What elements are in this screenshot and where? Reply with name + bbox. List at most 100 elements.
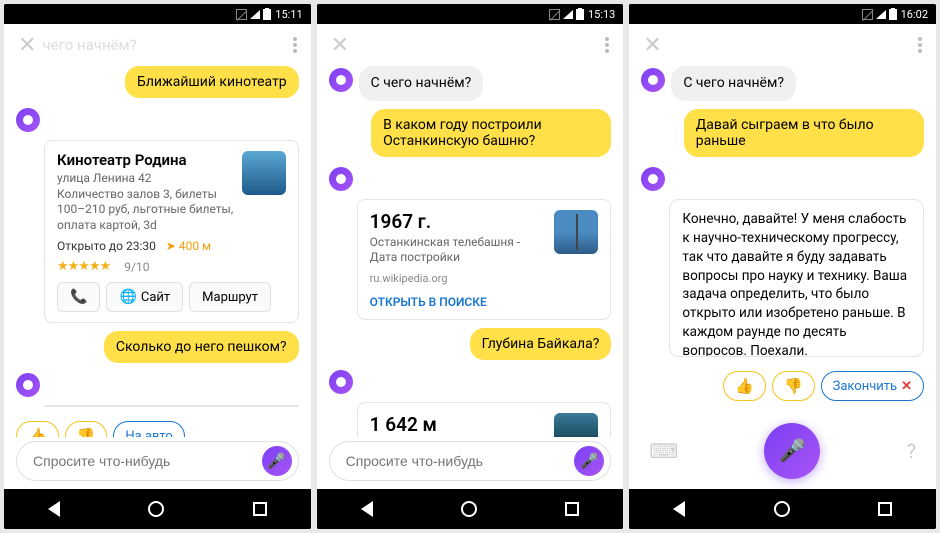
chip-by-car[interactable]: На авто <box>113 421 184 437</box>
suggestion-chips: 👍 👎 Закончить ✕ <box>723 365 924 407</box>
assistant-avatar-icon <box>329 167 353 191</box>
globe-icon: 🌐 <box>119 289 136 305</box>
android-navbar <box>4 489 311 529</box>
back-icon[interactable] <box>48 501 60 517</box>
thumbs-down-chip[interactable]: 👎 <box>772 371 815 401</box>
assistant-message: С чего начнём? <box>671 66 796 101</box>
fact-card[interactable]: 1 642 м Байкал - Максимальная глубина ru… <box>357 402 612 437</box>
distance: ➤ 400 м <box>166 239 211 253</box>
battery-icon <box>576 9 584 20</box>
call-button[interactable]: 📞 <box>57 282 100 312</box>
home-icon[interactable] <box>148 501 164 517</box>
thumbs-up-icon: 👍 <box>735 377 754 395</box>
statusbar: 15:13 <box>317 4 624 24</box>
big-mic-button[interactable]: 🎤 <box>764 423 820 479</box>
menu-icon[interactable] <box>605 37 609 53</box>
place-thumbnail <box>242 151 286 195</box>
header: ✕ <box>629 24 936 66</box>
mic-button[interactable]: 🎤 <box>262 446 292 476</box>
assistant-avatar-icon <box>641 167 665 191</box>
thumbs-down-icon: 👎 <box>784 377 803 395</box>
keyboard-icon[interactable]: ⌨ <box>649 439 678 463</box>
assistant-avatar-icon <box>16 373 40 397</box>
fact-value: 1 642 м <box>370 413 547 436</box>
header: ✕ <box>317 24 624 66</box>
message-input[interactable]: 🎤 <box>16 441 299 481</box>
thumbs-up-icon: 👍 <box>28 427 47 437</box>
menu-icon[interactable] <box>918 37 922 53</box>
thumbs-down-icon: 👎 <box>77 427 96 437</box>
close-icon[interactable]: ✕ <box>18 33 36 58</box>
recents-icon[interactable] <box>565 502 579 516</box>
close-icon[interactable]: ✕ <box>643 33 661 58</box>
clock: 15:11 <box>275 8 302 21</box>
mic-button[interactable]: 🎤 <box>574 446 604 476</box>
phone-icon: 📞 <box>70 289 87 305</box>
no-sim-icon <box>236 9 247 20</box>
rating: 9/10 <box>124 260 149 274</box>
no-sim-icon <box>862 9 873 20</box>
thumbs-up-chip[interactable]: 👍 <box>723 371 766 401</box>
signal-icon <box>250 10 260 19</box>
header: ✕ чего начнём? <box>4 24 311 66</box>
statusbar: 15:11 <box>4 4 311 24</box>
user-message: Глубина Байкала? <box>470 328 612 360</box>
fact-card[interactable]: 1967 г. Останкинская телебашня - Дата по… <box>357 199 612 320</box>
assistant-avatar-icon <box>641 68 665 92</box>
clock: 16:02 <box>901 8 928 21</box>
phone-screen-3: 16:02 ✕ С чего начнём? Давай сыграем в ч… <box>629 4 936 529</box>
fact-subtitle: Останкинская телебашня - Дата постройки <box>370 235 547 266</box>
assistant-avatar-icon <box>16 108 40 132</box>
statusbar: 16:02 <box>629 4 936 24</box>
route-button[interactable]: Маршрут <box>189 282 271 312</box>
phone-screen-2: 15:13 ✕ С чего начнём? В каком году пост… <box>317 4 624 529</box>
message-field[interactable] <box>346 453 575 469</box>
user-message: В каком году построили Останкинскую башн… <box>371 109 611 157</box>
no-sim-icon <box>549 9 560 20</box>
suggestion-chips: 👍 👎 На авто На транспорте 🔍 <box>16 415 299 437</box>
battery-icon <box>889 9 897 20</box>
thumbs-up-chip[interactable]: 👍 <box>16 421 59 437</box>
user-message: Давай сыграем в что было раньше <box>684 109 924 157</box>
finish-chip[interactable]: Закончить ✕ <box>821 371 924 401</box>
home-icon[interactable] <box>774 501 790 517</box>
assistant-avatar-icon <box>329 68 353 92</box>
phone-screen-1: 15:11 ✕ чего начнём? Ближайший кинотеатр… <box>4 4 311 529</box>
assistant-long-message: Конечно, давайте! У меня слабость к науч… <box>670 200 923 357</box>
signal-icon <box>876 10 886 19</box>
close-red-icon: ✕ <box>901 379 912 394</box>
mic-icon: 🎤 <box>779 439 806 464</box>
menu-icon[interactable] <box>293 37 297 53</box>
recents-icon[interactable] <box>253 502 267 516</box>
recents-icon[interactable] <box>878 502 892 516</box>
place-title: Кинотеатр Родина <box>57 151 234 169</box>
game-reply-card: Конечно, давайте! У меня слабость к науч… <box>669 199 924 357</box>
home-icon[interactable] <box>461 501 477 517</box>
place-details: Количество залов 3, билеты 100–210 руб, … <box>57 187 234 234</box>
mic-icon: 🎤 <box>267 452 286 470</box>
clock: 15:13 <box>588 8 615 21</box>
user-message: Ближайший кинотеатр <box>125 66 299 98</box>
mic-icon: 🎤 <box>580 452 599 470</box>
place-card[interactable]: Кинотеатр Родина улица Ленина 42 Количес… <box>44 140 299 323</box>
assistant-avatar-icon <box>329 370 353 394</box>
fact-thumbnail <box>554 210 598 254</box>
battery-icon <box>263 9 271 20</box>
thumbs-down-chip[interactable]: 👎 <box>65 421 108 437</box>
message-input[interactable]: 🎤 <box>329 441 612 481</box>
location-arrow-icon: ➤ <box>166 239 176 253</box>
stars-icon: ★★★★★ <box>57 259 110 274</box>
close-icon[interactable]: ✕ <box>331 33 349 58</box>
open-in-search-link[interactable]: ОТКРЫТЬ В ПОИСКЕ <box>370 295 599 309</box>
fact-source: ru.wikipedia.org <box>370 272 599 285</box>
help-icon[interactable]: ? <box>907 439 916 463</box>
website-button[interactable]: 🌐Сайт <box>106 282 183 312</box>
place-address: улица Ленина 42 <box>57 171 234 187</box>
android-navbar <box>317 489 624 529</box>
fact-thumbnail <box>554 413 598 437</box>
android-navbar <box>629 489 936 529</box>
back-icon[interactable] <box>673 501 685 517</box>
back-icon[interactable] <box>361 501 373 517</box>
signal-icon <box>563 10 573 19</box>
message-field[interactable] <box>33 453 262 469</box>
